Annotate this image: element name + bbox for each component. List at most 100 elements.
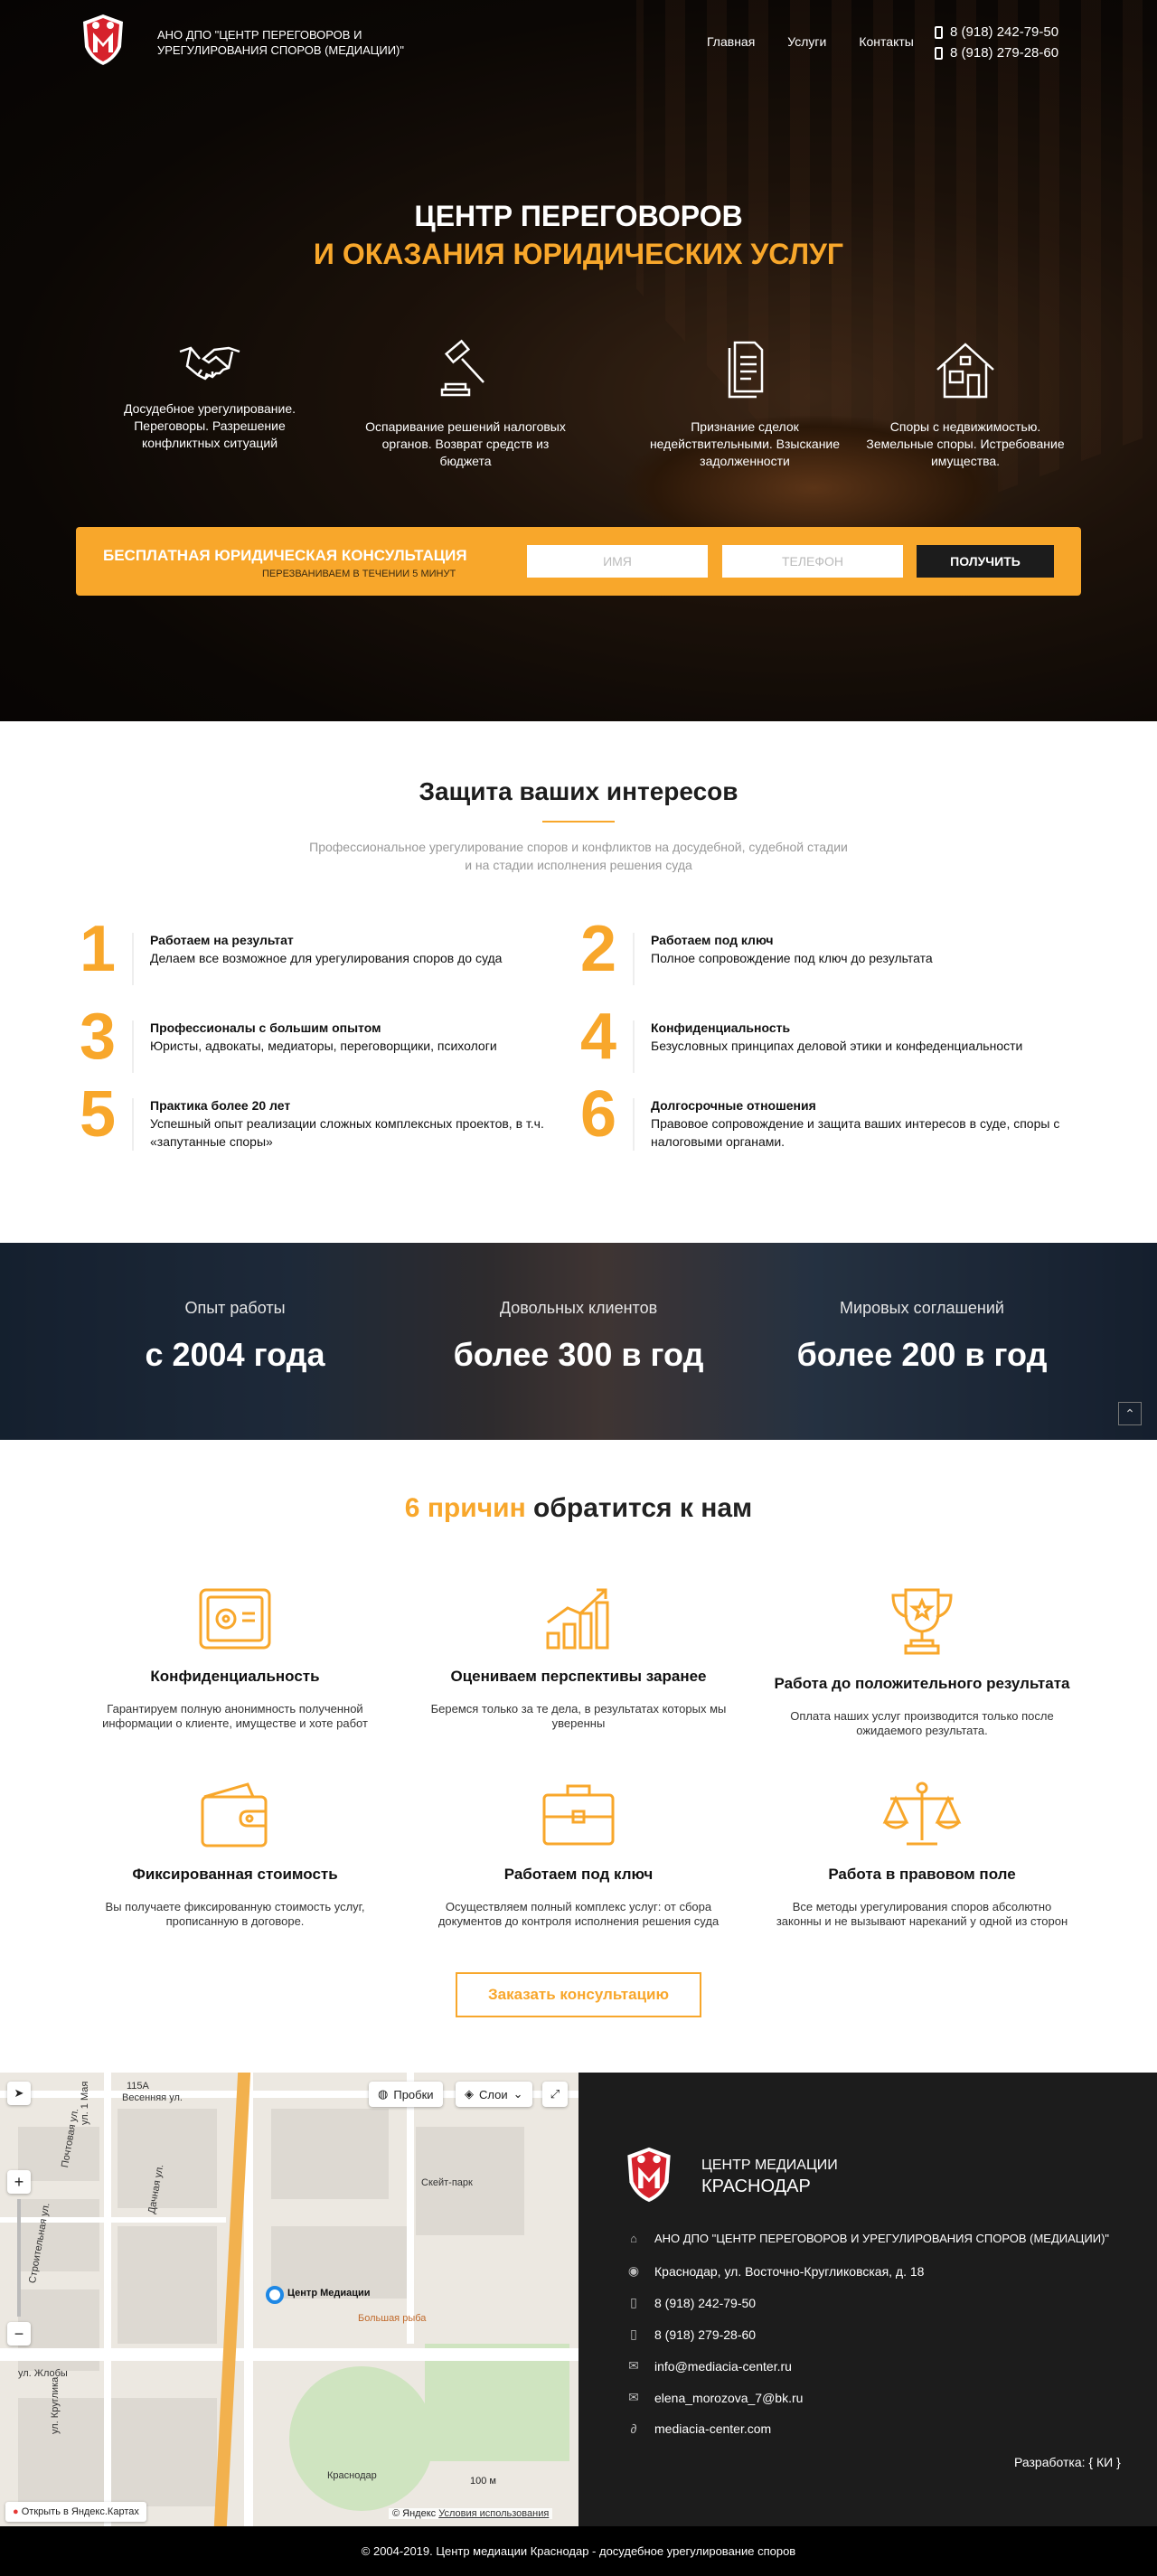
nav-home[interactable]: Главная	[707, 34, 755, 49]
traffic-label: Пробки	[393, 2087, 434, 2101]
trophy-icon	[891, 1588, 953, 1655]
advantage-number: 2	[580, 913, 617, 985]
developer-credit[interactable]: Разработка: { КИ }	[1014, 2455, 1121, 2469]
map-marker-icon[interactable]	[266, 2286, 284, 2304]
advantage-title: Профессионалы с большим опытом	[150, 1020, 381, 1035]
expand-icon: ⤢	[550, 2087, 560, 2101]
hero-title-line-2: И ОКАЗАНИЯ ЮРИДИЧЕСКИХ УСЛУГ	[313, 238, 844, 270]
reason-title: Конфиденциальность	[150, 1668, 320, 1685]
consultation-subtitle: ПЕРЕЗВАНИВАЕМ В ТЕЧЕНИИ 5 МИНУТ	[262, 569, 456, 579]
advantage-number: 1	[80, 913, 117, 985]
advantage-1: 1 Работаем на результат Делаем все возмо…	[80, 913, 568, 994]
yandex-map[interactable]: 115А Весенняя ул. Скейт-парк Большая рыб…	[0, 2073, 578, 2526]
top-bar: АНО ДПО "ЦЕНТР ПЕРЕГОВОРОВ И УРЕГУЛИРОВА…	[0, 0, 1157, 86]
link-icon: ∂	[630, 2421, 637, 2436]
advantage-number: 3	[80, 1001, 117, 1073]
reason-2: Оцениваем перспективы заранее Беремся то…	[425, 1586, 732, 1731]
map-label: Скейт-парк	[421, 2177, 473, 2188]
minus-icon: −	[14, 2325, 24, 2343]
footer-site-text[interactable]: mediacia-center.com	[654, 2421, 771, 2436]
map-label: ул. Круглика	[50, 2376, 61, 2434]
layers-button[interactable]: ◈ Слои ⌄	[456, 2082, 532, 2107]
plus-icon: +	[14, 2173, 24, 2191]
footer-brand-line-1: ЦЕНТР МЕДИАЦИИ	[701, 2158, 838, 2173]
advantage-number: 6	[580, 1078, 617, 1151]
nav-contacts[interactable]: Контакты	[859, 34, 913, 49]
map-scale: 100 м	[470, 2476, 496, 2487]
scroll-to-top-button[interactable]: ⌃	[1118, 1402, 1142, 1425]
footer-email-1-text[interactable]: info@mediacia-center.ru	[654, 2359, 792, 2374]
house-icon	[936, 343, 994, 399]
stat-label: Мировых соглашений	[840, 1299, 1004, 1317]
gavel-icon	[440, 339, 484, 397]
advantage-text: Полное сопровождение под ключ до результ…	[651, 951, 933, 965]
institution-icon: ⌂	[630, 2232, 637, 2245]
map-marker-label: Центр Медиации	[287, 2288, 371, 2299]
header-phone-2[interactable]: 8 (918) 279-28-60	[950, 42, 1058, 63]
footer-email-2-text[interactable]: elena_morozova_7@bk.ru	[654, 2391, 803, 2405]
reason-title: Оцениваем перспективы заранее	[450, 1668, 707, 1685]
fullscreen-button[interactable]: ⤢	[542, 2082, 568, 2107]
consultation-form: БЕСПЛАТНАЯ ЮРИДИЧЕСКАЯ КОНСУЛЬТАЦИЯ ПЕРЕ…	[76, 527, 1081, 596]
advantage-6: 6 Долгосрочные отношения Правовое сопров…	[580, 1078, 1068, 1160]
map-terms-link[interactable]: Условия использования	[438, 2508, 549, 2519]
name-input[interactable]	[527, 545, 708, 578]
advantage-number: 4	[580, 1001, 617, 1073]
header-phones: 8 (918) 242-79-50 8 (918) 279-28-60	[935, 22, 1058, 63]
advantage-text: Делаем все возможное для урегулирования …	[150, 951, 503, 965]
advantage-divider	[132, 1098, 134, 1151]
footer-phone-1-text[interactable]: 8 (918) 242-79-50	[654, 2296, 756, 2310]
reason-4: Фиксированная стоимость Вы получаете фик…	[81, 1781, 389, 1929]
protection-title: Защита ваших интересов	[419, 777, 738, 805]
logo-icon[interactable]	[80, 13, 127, 67]
get-consultation-button[interactable]: ПОЛУЧИТЬ	[917, 545, 1054, 578]
hero-feature-4: Споры с недвижимостью. Земельные споры. …	[861, 339, 1069, 470]
layers-label: Слои	[479, 2087, 508, 2101]
reason-text: Все методы урегулирования споров абсолют…	[776, 1900, 1068, 1928]
reason-title: Работа до положительного результата	[774, 1675, 1070, 1692]
hero-title: ЦЕНТР ПЕРЕГОВОРОВ И ОКАЗАНИЯ ЮРИДИЧЕСКИХ…	[0, 197, 1157, 273]
phone-icon	[935, 25, 943, 39]
hero-feature-3: Признание сделок недействительными. Взыс…	[641, 339, 849, 470]
hero-feature-1-text: Досудебное урегулирование. Переговоры. Р…	[123, 401, 296, 450]
advantage-text: Безусловных принципах деловой этики и ко…	[651, 1039, 1023, 1053]
copyright-text: © 2004-2019. Центр медиации Краснодар - …	[361, 2544, 796, 2558]
zoom-in-button[interactable]: +	[7, 2170, 31, 2194]
nav-services[interactable]: Услуги	[787, 34, 826, 49]
reason-title: Работа в правовом поле	[828, 1866, 1016, 1883]
reason-6: Работа в правовом поле Все методы урегул…	[768, 1781, 1076, 1929]
stat-label: Опыт работы	[184, 1299, 286, 1317]
order-consultation-button[interactable]: Заказать консультацию	[456, 1972, 701, 2017]
footer-phone-2-text[interactable]: 8 (918) 279-28-60	[654, 2327, 756, 2342]
reason-1: Конфиденциальность Гарантируем полную ан…	[81, 1586, 389, 1731]
geolocation-button[interactable]: ➤	[7, 2082, 31, 2105]
footer-brand-line-2: КРАСНОДАР	[701, 2176, 811, 2196]
reasons-title-rest: обратится к нам	[525, 1493, 753, 1523]
stat-label: Довольных клиентов	[499, 1299, 658, 1317]
phone-icon	[935, 46, 943, 60]
stat-value: более 300 в год	[453, 1336, 704, 1373]
header-phone-1[interactable]: 8 (918) 242-79-50	[950, 22, 1058, 42]
footer-address: ◉ Краснодар, ул. Восточно-Кругликовская, …	[626, 2263, 925, 2279]
footer-email-2: ✉ elena_morozova_7@bk.ru	[626, 2390, 803, 2405]
footer-address-text: Краснодар, ул. Восточно-Кругликовская, д…	[654, 2263, 925, 2279]
zoom-slider[interactable]	[17, 2199, 21, 2317]
reasons-title-accent: 6 причин	[404, 1493, 526, 1523]
reason-text: Гарантируем полную анонимность полученно…	[102, 1702, 368, 1730]
chevron-up-icon: ⌃	[1124, 1406, 1135, 1421]
documents-icon	[728, 341, 764, 399]
traffic-button[interactable]: ◍ Пробки	[369, 2082, 443, 2107]
location-arrow-icon: ➤	[14, 2086, 24, 2100]
hero-title-line-1: ЦЕНТР ПЕРЕГОВОРОВ	[414, 200, 743, 232]
main-nav: Главная Услуги Контакты	[707, 34, 914, 49]
growth-chart-icon	[546, 1588, 609, 1650]
footer: ЦЕНТР МЕДИАЦИИ КРАСНОДАР ⌂ АНО ДПО "ЦЕНТР…	[578, 2073, 1157, 2526]
reason-3: Работа до положительного результата Опла…	[768, 1586, 1076, 1738]
map-label: Краснодар	[327, 2470, 377, 2481]
phone-icon: ▯	[630, 2327, 637, 2341]
advantage-divider	[633, 1098, 635, 1151]
phone-icon: ▯	[630, 2295, 637, 2309]
open-in-yandex-maps-link[interactable]: ● Открыть в Яндекс.Картах	[5, 2502, 146, 2522]
zoom-out-button[interactable]: −	[7, 2322, 31, 2346]
phone-input[interactable]	[722, 545, 903, 578]
